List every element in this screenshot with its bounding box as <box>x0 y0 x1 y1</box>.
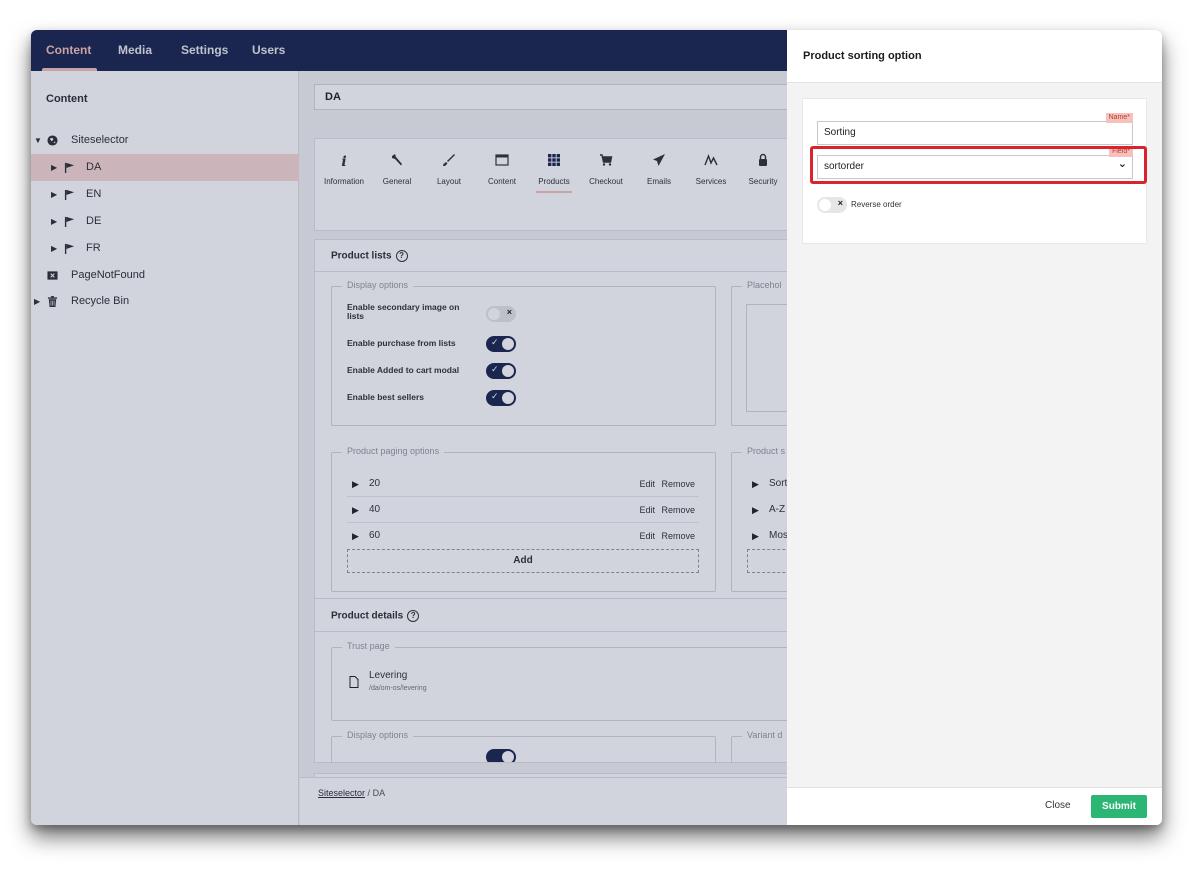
dialog-form-panel: Sorting Name* sortorder ⌄ Field* × Rever… <box>802 98 1147 244</box>
toggle-knob <box>819 199 831 211</box>
name-field: Sorting Name* <box>817 113 1133 145</box>
dialog-title: Product sorting option <box>803 50 922 62</box>
required-badge: Name* <box>1105 113 1133 123</box>
app-window: Content Media Settings Users Content ▼ S… <box>31 30 1162 825</box>
dialog-footer: Close Submit <box>787 787 1162 825</box>
reverse-order-toggle[interactable]: × <box>817 197 847 213</box>
highlight-box <box>810 146 1147 184</box>
product-sorting-dialog: Product sorting option Sorting Name* sor… <box>787 30 1162 825</box>
name-input[interactable]: Sorting <box>817 121 1133 145</box>
submit-button[interactable]: Submit <box>1091 795 1147 818</box>
close-button[interactable]: Close <box>1045 800 1071 811</box>
x-icon: × <box>837 198 843 208</box>
modal-backdrop[interactable] <box>31 30 787 825</box>
dialog-header: Product sorting option <box>787 30 1162 83</box>
reverse-order-label: Reverse order <box>851 200 902 209</box>
